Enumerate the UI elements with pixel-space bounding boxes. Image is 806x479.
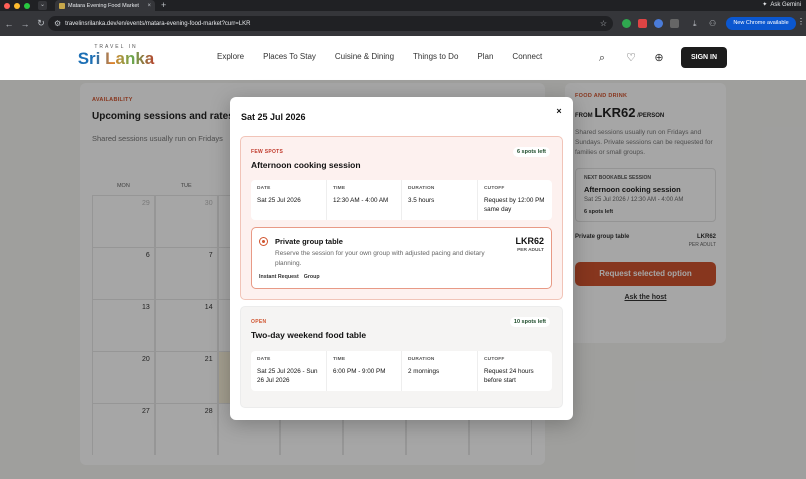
extension-icon[interactable] xyxy=(622,19,631,28)
detail-value: 3.5 hours xyxy=(408,197,435,204)
detail-label: CUTOFF xyxy=(484,357,505,362)
extensions-puzzle-icon[interactable] xyxy=(670,19,679,28)
detail-label: DATE xyxy=(257,186,271,191)
reload-icon[interactable]: ↻ xyxy=(34,18,48,29)
detail-label: TIME xyxy=(333,357,346,362)
ask-gemini-label: Ask Gemini xyxy=(770,2,801,8)
detail-value: Sat 25 Jul 2026 - Sun 26 Jul 2026 xyxy=(257,368,318,384)
site-info-icon[interactable]: ⚙ xyxy=(54,19,61,28)
download-icon[interactable]: ⤓ xyxy=(693,19,702,28)
detail-value: Sat 25 Jul 2026 xyxy=(257,197,301,204)
browser-toolbar: ← → ↻ ⚙ travelinsrilanka.dev/en/events/m… xyxy=(0,11,806,36)
option-description: Reserve the session for your own group w… xyxy=(275,250,485,267)
session-time: TIME 6:00 PM - 9:00 PM xyxy=(327,351,402,391)
session-duration: DURATION 3.5 hours xyxy=(402,180,478,220)
session-spots-badge: 10 spots left xyxy=(509,317,550,327)
session-date: DATE Sat 25 Jul 2026 xyxy=(251,180,327,220)
detail-value: 2 mornings xyxy=(408,368,440,375)
option-tags: Instant Request Group xyxy=(259,274,320,280)
detail-value: 6:00 PM - 9:00 PM xyxy=(333,368,386,375)
browser-tab-bar: ⌄ Matara Evening Food Market × + ✦ Ask Ge… xyxy=(0,0,806,11)
option-tag: Instant Request xyxy=(259,274,299,280)
detail-label: TIME xyxy=(333,186,346,191)
session-status-badge: OPEN xyxy=(251,319,267,325)
browser-menu-icon[interactable]: ⋮ xyxy=(797,17,805,26)
new-chrome-available-button[interactable]: New Chrome available xyxy=(726,17,796,30)
detail-label: CUTOFF xyxy=(484,186,505,191)
tab-search-icon[interactable]: ⌄ xyxy=(38,1,47,10)
option-radio[interactable] xyxy=(259,237,268,246)
close-window-icon[interactable] xyxy=(4,2,10,9)
maximize-window-icon[interactable] xyxy=(24,2,30,9)
new-tab-icon[interactable]: + xyxy=(161,0,166,11)
profile-icon[interactable]: ⚇ xyxy=(709,19,718,28)
session-card: FEW SPOTS 6 spots left Afternoon cooking… xyxy=(240,136,563,300)
forward-icon[interactable]: → xyxy=(18,19,32,29)
session-time: TIME 12:30 AM - 4:00 AM xyxy=(327,180,402,220)
address-bar[interactable]: ⚙ travelinsrilanka.dev/en/events/matara-… xyxy=(48,16,613,31)
session-title: Afternoon cooking session xyxy=(251,160,361,170)
back-icon[interactable]: ← xyxy=(2,19,16,29)
detail-label: DATE xyxy=(257,357,271,362)
option-private-group-table[interactable]: Private group table Reserve the session … xyxy=(251,227,552,289)
session-details: DATE Sat 25 Jul 2026 TIME 12:30 AM - 4:0… xyxy=(251,180,552,220)
site-favicon-icon xyxy=(59,2,65,9)
session-spots-badge: 6 spots left xyxy=(512,147,550,157)
session-details: DATE Sat 25 Jul 2026 - Sun 26 Jul 2026 T… xyxy=(251,351,552,391)
detail-value: Request 24 hours before start xyxy=(484,368,534,384)
detail-label: DURATION xyxy=(408,357,435,362)
session-date: DATE Sat 25 Jul 2026 - Sun 26 Jul 2026 xyxy=(251,351,327,391)
option-price-unit: PER ADULT xyxy=(517,248,544,253)
tab-close-icon[interactable]: × xyxy=(147,3,151,9)
detail-value: 12:30 AM - 4:00 AM xyxy=(333,197,389,204)
url-text[interactable]: travelinsrilanka.dev/en/events/matara-ev… xyxy=(65,21,596,27)
session-cutoff: CUTOFF Request 24 hours before start xyxy=(478,351,552,391)
minimize-window-icon[interactable] xyxy=(14,2,20,9)
session-title: Two-day weekend food table xyxy=(251,330,367,340)
tab-title: Matara Evening Food Market xyxy=(68,2,139,9)
session-cutoff: CUTOFF Request by 12:00 PM same day xyxy=(478,180,552,220)
close-icon[interactable]: × xyxy=(554,106,564,116)
gemini-icon: ✦ xyxy=(762,2,768,8)
session-status-badge: FEW SPOTS xyxy=(251,149,284,155)
option-price: LKR62 xyxy=(515,236,544,246)
browser-tab[interactable]: Matara Evening Food Market × xyxy=(55,0,155,11)
extension-icon[interactable] xyxy=(638,19,647,28)
session-duration: DURATION 2 mornings xyxy=(402,351,478,391)
session-card: OPEN 10 spots left Two-day weekend food … xyxy=(240,306,563,408)
header-backdrop xyxy=(0,36,806,80)
bookmark-star-icon[interactable]: ☆ xyxy=(600,19,607,28)
option-title: Private group table xyxy=(275,237,343,246)
option-tag: Group xyxy=(303,274,320,280)
session-modal: Sat 25 Jul 2026 × FEW SPOTS 6 spots left… xyxy=(230,97,573,420)
modal-title: Sat 25 Jul 2026 xyxy=(241,112,306,122)
extension-icon[interactable] xyxy=(654,19,663,28)
ask-gemini-button[interactable]: ✦ Ask Gemini xyxy=(762,0,801,11)
detail-label: DURATION xyxy=(408,186,435,191)
web-page: TRAVEL IN Sri Lanka Explore Places To St… xyxy=(0,36,806,479)
detail-value: Request by 12:00 PM same day xyxy=(484,197,545,213)
